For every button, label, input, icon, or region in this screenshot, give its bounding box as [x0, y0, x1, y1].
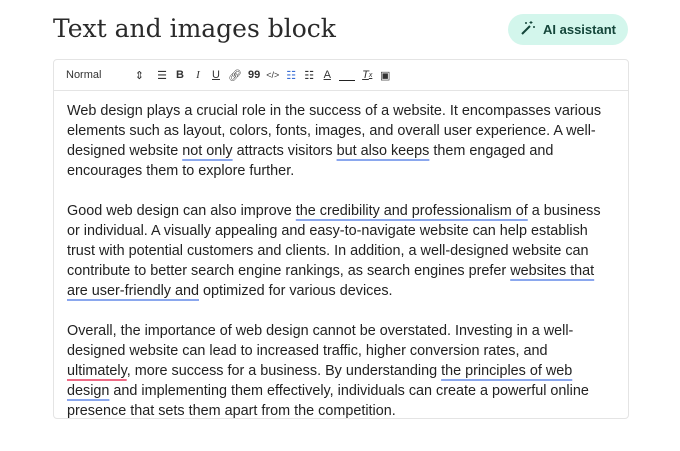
grammar-suggestion[interactable]: not only: [182, 143, 232, 159]
grammar-suggestion[interactable]: but also keeps: [337, 143, 430, 159]
magic-wand-icon: [520, 20, 536, 39]
quote-icon[interactable]: 99: [248, 65, 260, 85]
paragraph: Good web design can also improve the cre…: [67, 201, 615, 301]
text-segment: and implementing them effectively, indiv…: [67, 383, 589, 419]
editor-toolbar: Normal ⇕ ☰ B I U 🔗︎ 99 </> ☷ ☷ A Tx ▣: [54, 60, 628, 91]
text-segment: Good web design can also improve: [67, 203, 296, 219]
text-segment: Overall, the importance of web design ca…: [67, 323, 574, 359]
bullet-list-icon[interactable]: ☷: [285, 65, 297, 85]
format-select[interactable]: Normal ⇕: [66, 65, 144, 85]
bold-icon[interactable]: B: [174, 65, 186, 85]
ai-assistant-label: AI assistant: [543, 22, 616, 37]
link-icon[interactable]: 🔗︎: [228, 65, 242, 85]
ai-assistant-button[interactable]: AI assistant: [508, 14, 628, 45]
paragraph: Overall, the importance of web design ca…: [67, 321, 615, 421]
italic-icon[interactable]: I: [192, 65, 204, 85]
spelling-suggestion[interactable]: ultimately: [67, 363, 127, 379]
rich-text-editor: Normal ⇕ ☰ B I U 🔗︎ 99 </> ☷ ☷ A Tx ▣ Web…: [53, 59, 629, 419]
text-segment: attracts visitors: [232, 143, 337, 159]
code-icon[interactable]: </>: [266, 65, 279, 85]
highlight-icon[interactable]: [339, 69, 356, 81]
text-color-icon[interactable]: A: [321, 65, 333, 85]
text-segment: optimized for various devices.: [198, 283, 393, 299]
clear-format-icon[interactable]: Tx: [361, 65, 373, 85]
ordered-list-icon[interactable]: ☷: [303, 65, 315, 85]
updown-icon: ⇕: [134, 69, 144, 82]
editor-content[interactable]: Web design plays a crucial role in the s…: [54, 91, 628, 451]
image-icon[interactable]: ▣: [379, 65, 391, 85]
align-icon[interactable]: ☰: [156, 65, 168, 85]
page-title: Text and images block: [53, 14, 336, 43]
underline-icon[interactable]: U: [210, 65, 222, 85]
text-segment: , more success for a business. By unders…: [126, 363, 442, 379]
grammar-suggestion[interactable]: the credibility and professionalism of: [296, 203, 528, 219]
paragraph: Web design plays a crucial role in the s…: [67, 101, 615, 181]
format-value: Normal: [66, 69, 102, 81]
